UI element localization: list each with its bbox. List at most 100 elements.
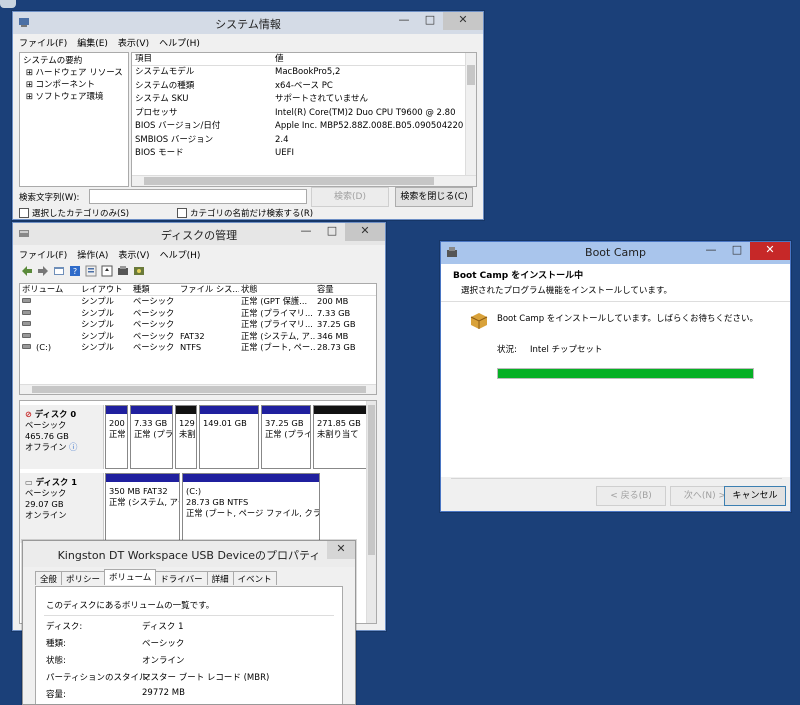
- disk0-partition-4[interactable]: 37.25 GB 正常 (プライ: [261, 405, 311, 469]
- title-bar[interactable]: システム情報 — □ ✕: [13, 12, 483, 34]
- expand-icon[interactable]: ⊞: [26, 92, 33, 102]
- vertical-scrollbar[interactable]: [366, 401, 376, 623]
- tree-item-summary[interactable]: システムの要約: [23, 55, 125, 67]
- expand-icon[interactable]: ⊞: [26, 80, 33, 90]
- volume-cap-cell: 37.25 GB: [317, 319, 356, 329]
- volume-layout-cell: シンプル: [81, 307, 114, 318]
- tab-policy[interactable]: ポリシー: [61, 571, 106, 585]
- table-row[interactable]: BIOS バージョン/日付 Apple Inc. MBP52.88Z.008E.B…: [132, 120, 476, 134]
- menu-file[interactable]: ファイル(F): [19, 248, 67, 261]
- minimize-button[interactable]: —: [391, 12, 417, 30]
- close-button[interactable]: ✕: [327, 541, 355, 559]
- refresh-icon[interactable]: [101, 265, 113, 277]
- scroll-thumb[interactable]: [32, 386, 366, 393]
- minimize-button[interactable]: —: [698, 242, 724, 260]
- names-only-checkbox[interactable]: カテゴリの名前だけ検索する(R): [177, 207, 313, 219]
- search-button[interactable]: 検索(D): [311, 187, 389, 207]
- column-header-value[interactable]: 値: [272, 53, 464, 65]
- table-row[interactable]: システムモデル MacBookPro5,2: [132, 66, 476, 80]
- close-button[interactable]: ✕: [345, 223, 385, 241]
- menu-view[interactable]: 表示(V): [118, 36, 149, 49]
- volume-name: (C:): [36, 342, 52, 352]
- back-button[interactable]: < 戻る(B): [596, 486, 666, 506]
- close-button[interactable]: ✕: [443, 12, 483, 30]
- close-button[interactable]: ✕: [750, 242, 790, 260]
- forward-arrow-icon[interactable]: [37, 265, 49, 277]
- column-header-layout[interactable]: レイアウト: [79, 284, 131, 295]
- tab-general[interactable]: 全般: [35, 571, 63, 585]
- tree-item-components[interactable]: ⊞ コンポーネント: [23, 79, 125, 91]
- table-row[interactable]: SMBIOS バージョン 2.4: [132, 134, 476, 148]
- volume-row[interactable]: シンプル ベーシック 正常 (プライマリ... 37.25 GB: [20, 319, 376, 331]
- cancel-button[interactable]: キャンセル: [724, 486, 786, 506]
- tree-item-software[interactable]: ⊞ ソフトウェア環境: [23, 91, 125, 103]
- vertical-scrollbar[interactable]: [465, 53, 476, 177]
- help-icon[interactable]: ?: [69, 265, 81, 277]
- checkbox-box[interactable]: [19, 208, 29, 218]
- expand-icon[interactable]: ⊞: [26, 68, 33, 78]
- volume-row[interactable]: (C:) シンプル ベーシック NTFS 正常 (ブート, ペー... 28.73 GB: [20, 342, 376, 354]
- back-arrow-icon[interactable]: [21, 265, 33, 277]
- maximize-button[interactable]: □: [319, 223, 345, 241]
- info-icon[interactable]: ⓘ: [69, 442, 77, 452]
- menu-help[interactable]: ヘルプ(H): [160, 248, 201, 261]
- field-label-partition-style: パーティションのスタイル:: [46, 673, 151, 683]
- menu-action[interactable]: 操作(A): [77, 248, 108, 261]
- installer-header: Boot Camp をインストール中 選択されたプログラム機能をインストールして…: [441, 264, 790, 302]
- disk0-partition-2[interactable]: 7.33 GB 正常 (プラ: [130, 405, 173, 469]
- category-tree[interactable]: システムの要約 ⊞ ハードウェア リソース ⊞ コンポーネント ⊞ ソフトウェア…: [19, 52, 129, 187]
- properties-icon[interactable]: [85, 265, 97, 277]
- disk-1-label[interactable]: ▭ ディスク 1 ベーシック 29.07 GB オンライン: [20, 473, 104, 543]
- disk0-partition-1[interactable]: 200 正常: [105, 405, 128, 469]
- title-bar[interactable]: Kingston DT Workspace USB Deviceのプロパティ ✕: [23, 541, 355, 567]
- column-header-status[interactable]: 状態: [239, 284, 315, 295]
- maximize-button[interactable]: □: [417, 12, 443, 30]
- menu-help[interactable]: ヘルプ(H): [159, 36, 200, 49]
- column-header-filesystem[interactable]: ファイル シス...: [178, 284, 239, 295]
- menu-file[interactable]: ファイル(F): [19, 36, 67, 49]
- column-header-capacity[interactable]: 容量: [315, 284, 370, 295]
- search-input[interactable]: [89, 189, 307, 204]
- tab-details[interactable]: 詳細: [206, 571, 234, 585]
- rescan-icon[interactable]: [117, 265, 129, 277]
- title-bar[interactable]: ディスクの管理 — □ ✕: [13, 223, 385, 245]
- disk1-partition-2[interactable]: (C:)28.73 GB NTFS正常 (ブート, ページ ファイル, クラッシ: [182, 473, 320, 543]
- minimize-button[interactable]: —: [293, 223, 319, 241]
- close-search-button[interactable]: 検索を閉じる(C): [395, 187, 473, 207]
- title-bar[interactable]: Boot Camp — □ ✕: [441, 242, 790, 264]
- volume-row[interactable]: シンプル ベーシック 正常 (GPT 保護... 200 MB: [20, 296, 376, 308]
- console-icon[interactable]: [53, 265, 65, 277]
- table-row[interactable]: BIOS モード UEFI: [132, 147, 476, 161]
- horizontal-scrollbar[interactable]: [132, 175, 476, 186]
- column-header-type[interactable]: 種類: [131, 284, 178, 295]
- disk1-partition-1[interactable]: 350 MB FAT32 正常 (システム, アク: [105, 473, 180, 543]
- disk-0-label[interactable]: ⊘ ディスク 0 ベーシック 465.76 GB オフライン ⓘ: [20, 405, 104, 469]
- table-row[interactable]: システムの種類 x64-ベース PC: [132, 80, 476, 94]
- column-header-item[interactable]: 項目: [132, 53, 272, 65]
- table-row[interactable]: プロセッサ Intel(R) Core(TM)2 Duo CPU T9600 @ …: [132, 107, 476, 121]
- horizontal-scrollbar[interactable]: [20, 384, 376, 394]
- column-header-volume[interactable]: ボリューム: [20, 284, 79, 295]
- recycle-bin-icon[interactable]: [0, 0, 16, 8]
- volume-row[interactable]: シンプル ベーシック 正常 (プライマリ... 7.33 GB: [20, 308, 376, 320]
- scroll-thumb[interactable]: [368, 405, 375, 555]
- scroll-thumb[interactable]: [144, 177, 434, 185]
- disk0-partition-3[interactable]: 149.01 GB: [199, 405, 259, 469]
- row-value: サポートされていません: [275, 94, 368, 104]
- tab-volumes[interactable]: ボリューム: [104, 569, 157, 585]
- scroll-thumb[interactable]: [467, 65, 475, 85]
- menu-edit[interactable]: 編集(E): [77, 36, 108, 49]
- settings-icon[interactable]: [133, 265, 145, 277]
- checkbox-box[interactable]: [177, 208, 187, 218]
- volume-type-cell: ベーシック: [133, 296, 175, 306]
- menu-view[interactable]: 表示(V): [118, 248, 149, 261]
- tab-events[interactable]: イベント: [232, 571, 277, 585]
- table-row[interactable]: システム SKU サポートされていません: [132, 93, 476, 107]
- installer-body: Boot Camp をインストールしています。しばらくお待ちください。 状況: …: [441, 302, 790, 477]
- tree-item-hardware[interactable]: ⊞ ハードウェア リソース: [23, 67, 125, 79]
- selected-only-checkbox[interactable]: 選択したカテゴリのみ(S): [19, 207, 129, 219]
- volume-row[interactable]: シンプル ベーシック FAT32 正常 (システム, ア... 346 MB: [20, 331, 376, 343]
- tab-driver[interactable]: ドライバー: [155, 571, 208, 585]
- maximize-button[interactable]: □: [724, 242, 750, 260]
- disk0-unallocated-1[interactable]: 129 未割: [175, 405, 197, 469]
